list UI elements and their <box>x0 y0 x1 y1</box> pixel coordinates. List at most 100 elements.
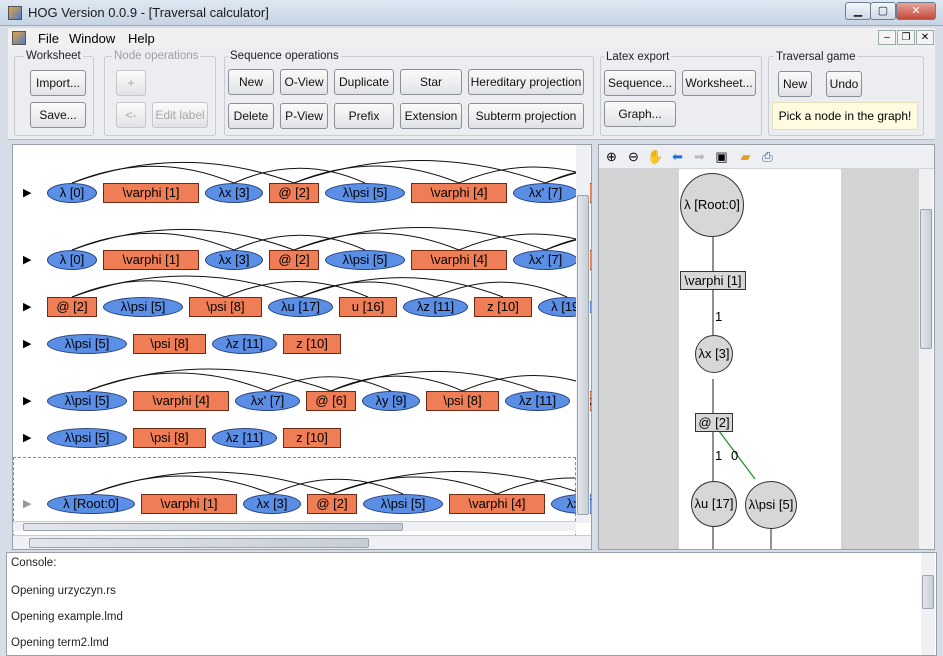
close-button[interactable]: ✕ <box>896 2 936 20</box>
star-button[interactable]: Star <box>400 69 462 95</box>
vertical-scrollbar[interactable] <box>576 145 590 523</box>
mdi-close-button[interactable]: ✕ <box>916 30 934 45</box>
console-scroll-thumb[interactable] <box>922 575 934 609</box>
graph-node-lx-3[interactable]: λx [3] <box>695 335 733 373</box>
latex-worksheet-button[interactable]: Worksheet... <box>682 70 756 96</box>
sequence-row-arrow[interactable]: ▶ <box>23 431 31 444</box>
graph-node-app-2[interactable]: @ [2] <box>695 413 733 432</box>
pview-button[interactable]: P-View <box>280 103 328 129</box>
sequence-row-arrow[interactable]: ▶ <box>23 253 31 266</box>
sequence-worksheet[interactable]: ▶ λ [0] \varphi [1] λx [3] @ [2] λ\psi [5] \va… <box>12 144 592 550</box>
row-horizontal-scroll-thumb[interactable] <box>23 523 403 531</box>
menu-window[interactable]: Window <box>69 31 115 46</box>
zoom-in-icon[interactable]: ⊕ <box>603 148 620 165</box>
oview-button[interactable]: O-View <box>280 69 328 95</box>
console-panel[interactable]: Console: Opening urzyczyn.rs Opening exa… <box>6 552 937 656</box>
graph-canvas[interactable]: λ [Root:0] \varphi [1] 1 λx [3] @ [2] 1 … <box>599 169 919 549</box>
graph-node-root[interactable]: λ [Root:0] <box>680 173 744 237</box>
menu-help[interactable]: Help <box>128 31 155 46</box>
hereditary-projection-button[interactable]: Hereditary projection <box>468 69 584 95</box>
app-node[interactable]: \varphi [4] <box>411 183 507 203</box>
lambda-node[interactable]: λz [11] <box>505 391 570 411</box>
graph-node-varphi-1[interactable]: \varphi [1] <box>680 271 746 290</box>
lambda-node[interactable]: λ\psi [5] <box>47 391 127 411</box>
graph-vertical-scrollbar[interactable] <box>919 169 933 549</box>
latex-sequence-button[interactable]: Sequence... <box>604 70 676 96</box>
lambda-node[interactable]: λ\psi [5] <box>47 334 127 354</box>
app-node[interactable]: @ [2] <box>269 250 319 270</box>
forward-arrow-icon[interactable]: ➡ <box>691 148 708 165</box>
open-folder-icon[interactable]: ▰ <box>737 148 754 165</box>
row-horizontal-scrollbar[interactable] <box>13 521 576 531</box>
app-node[interactable]: z [10] <box>283 334 341 354</box>
minimize-button[interactable]: ▁ <box>845 2 871 20</box>
lambda-node[interactable]: λ [0] <box>47 250 97 270</box>
lambda-node[interactable]: λx' [7] <box>235 391 300 411</box>
app-node[interactable]: @ [6] <box>306 391 356 411</box>
remove-node-button[interactable]: <- <box>116 102 146 128</box>
lambda-node[interactable]: λz [11] <box>403 297 468 317</box>
app-node[interactable]: \psi [8] <box>133 334 206 354</box>
extension-button[interactable]: Extension <box>400 103 462 129</box>
lambda-node[interactable]: λ\psi [5] <box>47 428 127 448</box>
graph-viewer[interactable]: ⊕ ⊖ ✋ ⬅ ➡ ▣ ▰ ⎙ λ [Root:0] \varphi [1] 1… <box>598 144 935 550</box>
save-button[interactable]: Save... <box>30 102 86 128</box>
app-node[interactable]: \varphi [1] <box>103 250 199 270</box>
graph-node-lpsi-5[interactable]: λ\psi [5] <box>745 481 797 529</box>
horizontal-scrollbar[interactable] <box>13 535 591 549</box>
lambda-node[interactable]: λx [3] <box>205 250 263 270</box>
lambda-node[interactable]: λ [0] <box>47 183 97 203</box>
lambda-node[interactable]: λz [11] <box>212 428 277 448</box>
delete-sequence-button[interactable]: Delete <box>228 103 274 129</box>
lambda-node[interactable]: λx' [7] <box>513 183 578 203</box>
vertical-scroll-thumb[interactable] <box>577 195 589 515</box>
pan-hand-icon[interactable]: ✋ <box>647 148 664 165</box>
app-node[interactable]: z [10] <box>474 297 532 317</box>
graph-vertical-scroll-thumb[interactable] <box>920 209 932 349</box>
print-icon[interactable]: ⎙ <box>759 148 776 165</box>
lambda-node[interactable]: λy [9] <box>362 391 420 411</box>
sequence-row-arrow[interactable]: ▶ <box>23 394 31 407</box>
maximize-button[interactable]: ▢ <box>870 2 896 20</box>
graph-node-lu-17[interactable]: λu [17] <box>691 481 737 527</box>
duplicate-button[interactable]: Duplicate <box>334 69 394 95</box>
app-node[interactable]: \psi [8] <box>133 428 206 448</box>
sequence-row-arrow[interactable]: ▶ <box>23 300 31 313</box>
subterm-projection-button[interactable]: Subterm projection <box>468 103 584 129</box>
game-new-button[interactable]: New <box>778 71 812 97</box>
lambda-node[interactable]: λ\psi [5] <box>325 183 405 203</box>
app-node[interactable]: \varphi [1] <box>103 183 199 203</box>
import-button[interactable]: Import... <box>30 70 86 96</box>
latex-graph-button[interactable]: Graph... <box>604 101 676 127</box>
window-title: HOG Version 0.0.9 - [Traversal calculato… <box>28 5 269 20</box>
zoom-out-icon[interactable]: ⊖ <box>625 148 642 165</box>
app-node[interactable]: \varphi [4] <box>133 391 229 411</box>
app-node[interactable]: \psi [8] <box>189 297 262 317</box>
lambda-node[interactable]: λu [17] <box>268 297 333 317</box>
app-node[interactable]: \varphi [4] <box>411 250 507 270</box>
menu-file[interactable]: File <box>38 31 59 46</box>
game-undo-button[interactable]: Undo <box>826 71 862 97</box>
mdi-minimize-button[interactable]: – <box>878 30 896 45</box>
mdi-restore-button[interactable]: ❐ <box>897 30 915 45</box>
edit-label-button[interactable]: Edit label <box>152 102 208 128</box>
lambda-node[interactable]: λ\psi [5] <box>325 250 405 270</box>
sequence-row-arrow[interactable]: ▶ <box>23 186 31 199</box>
app-node[interactable]: z [10] <box>283 428 341 448</box>
app-node[interactable]: @ [2] <box>47 297 97 317</box>
app-node[interactable]: @ [2] <box>269 183 319 203</box>
console-scrollbar[interactable] <box>921 553 935 655</box>
lambda-node[interactable]: λz [11] <box>212 334 277 354</box>
save-disk-icon[interactable]: ▣ <box>713 148 730 165</box>
add-node-button[interactable]: + <box>116 70 146 96</box>
back-arrow-icon[interactable]: ⬅ <box>669 148 686 165</box>
horizontal-scroll-thumb[interactable] <box>29 538 369 548</box>
lambda-node[interactable]: λ\psi [5] <box>103 297 183 317</box>
app-node[interactable]: u [16] <box>339 297 397 317</box>
lambda-node[interactable]: λx' [7] <box>513 250 578 270</box>
prefix-button[interactable]: Prefix <box>334 103 394 129</box>
sequence-row-arrow[interactable]: ▶ <box>23 337 31 350</box>
app-node[interactable]: \psi [8] <box>426 391 499 411</box>
new-sequence-button[interactable]: New <box>228 69 274 95</box>
lambda-node[interactable]: λx [3] <box>205 183 263 203</box>
